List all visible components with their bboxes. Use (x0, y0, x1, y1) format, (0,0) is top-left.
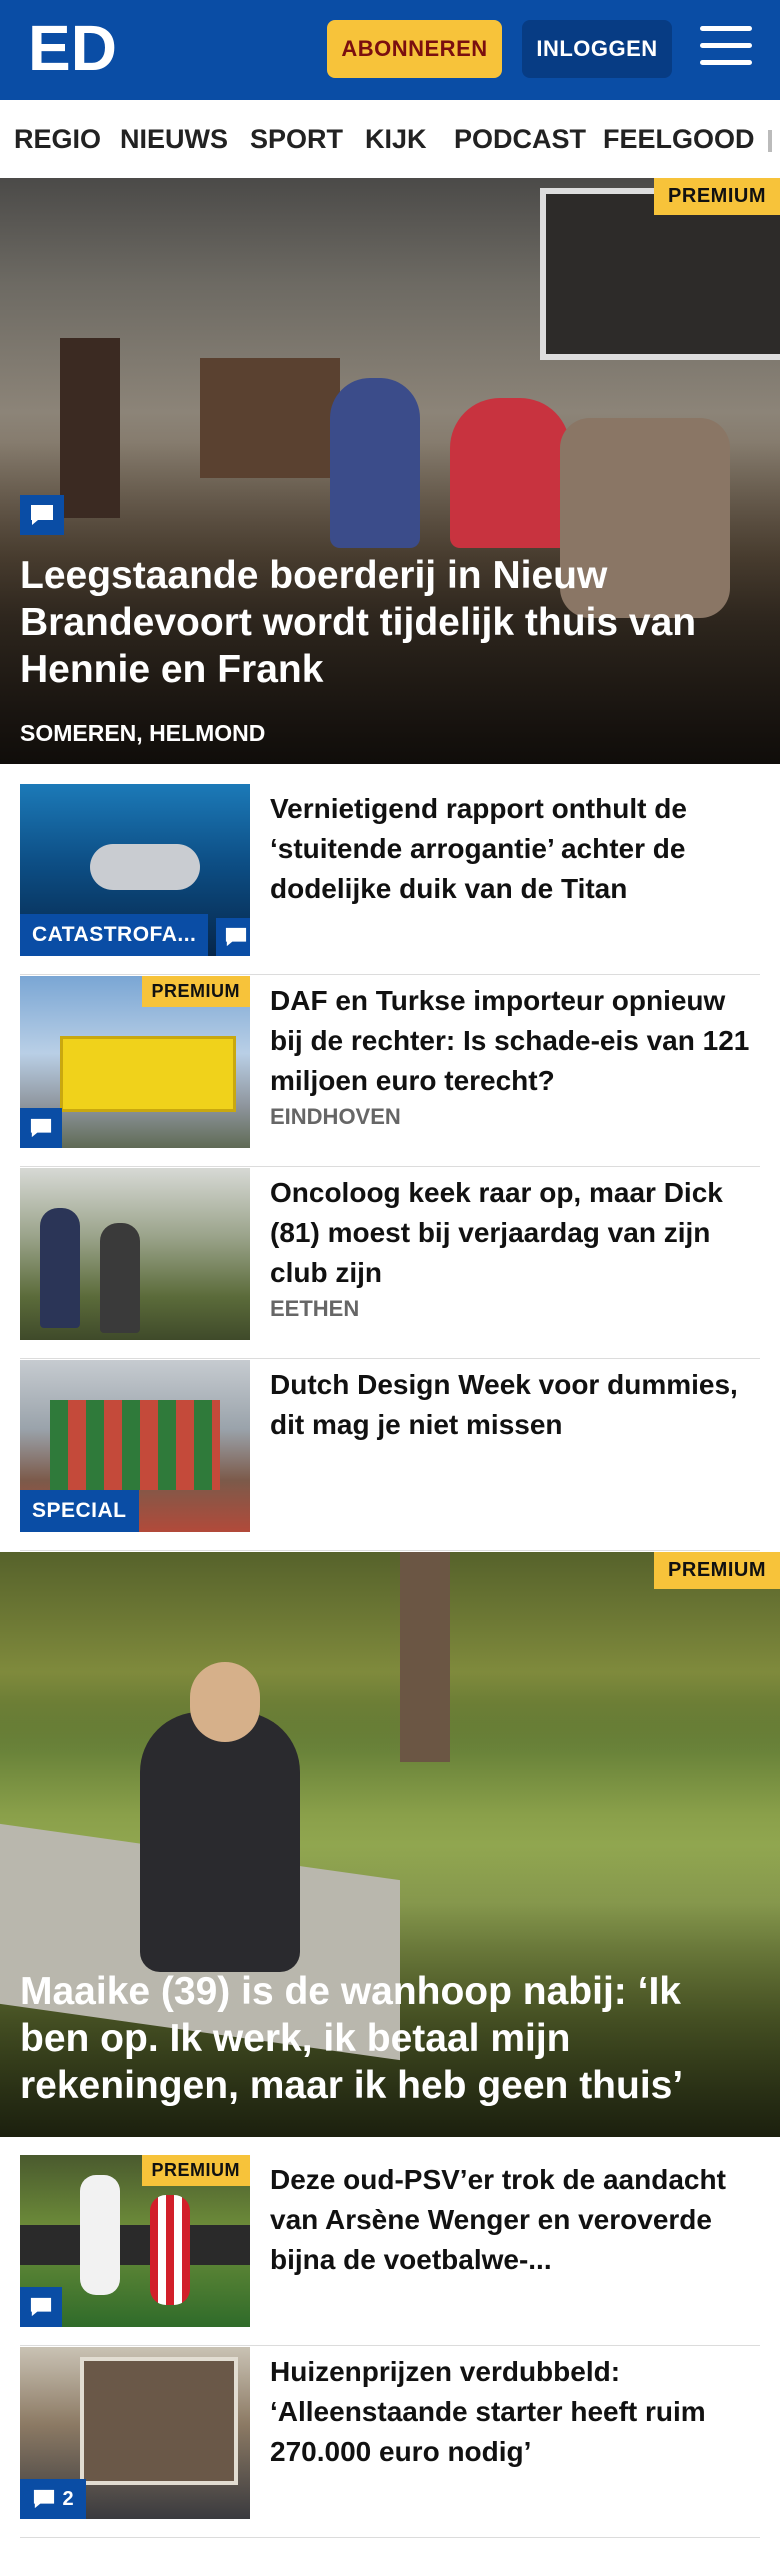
article-location: EETHEN (270, 1296, 360, 1321)
hero-photo-head (190, 1662, 260, 1742)
comment-icon (34, 2489, 55, 2509)
hero-article-1[interactable]: PREMIUM Leegstaande boerderij in Nieuw B… (0, 178, 780, 764)
hero-photo-person (140, 1712, 300, 1972)
svg-text:ED: ED (28, 14, 117, 82)
comment-count-badge: 2 (20, 2479, 86, 2519)
article-row[interactable]: SPECIAL Dutch Design Week voor dummies, … (20, 1360, 760, 1551)
comment-icon (20, 495, 64, 535)
thumbnail-advertising-board (20, 2225, 250, 2265)
hero-photo-door (60, 338, 120, 518)
premium-badge: PREMIUM (141, 2155, 250, 2186)
category-badge: CATASTROFA... (20, 914, 209, 956)
nav-overflow-divider (768, 130, 772, 152)
subscribe-button[interactable]: ABONNEREN (327, 20, 502, 78)
thumbnail-player-shape (150, 2195, 190, 2305)
article-row[interactable]: PREMIUM Deze oud-PSV’er trok de aandacht… (20, 2155, 760, 2346)
nav-item-kijk[interactable]: KIJK (365, 124, 427, 155)
article-thumbnail: 2 (20, 2347, 250, 2519)
thumbnail-submersible-shape (90, 844, 200, 890)
article-thumbnail: PREMIUM (20, 2155, 250, 2327)
thumbnail-person-shape (100, 1223, 140, 1333)
nav-item-feelgood[interactable]: FEELGOOD (603, 124, 755, 155)
hero-title: Leegstaande boerderij in Nieuw Brandevoo… (20, 554, 697, 691)
article-title: Deze oud-PSV’er trok de aandacht van Ars… (270, 2164, 726, 2275)
article-title: Oncoloog keek raar op, maar Dick (81) mo… (270, 1177, 723, 1288)
thumbnail-truck-shape (60, 1036, 236, 1112)
top-header: ED ABONNEREN INLOGGEN (0, 0, 780, 100)
thumbnail-installation-shape (50, 1400, 220, 1490)
thumbnail-house-shape (80, 2357, 238, 2485)
nav-item-nieuws[interactable]: NIEUWS (120, 124, 228, 155)
hero-title: Maaike (39) is de wanhoop nabij: ‘Ik ben… (20, 1970, 684, 2107)
premium-badge: PREMIUM (654, 1552, 780, 1589)
article-row[interactable]: 2 Huizenprijzen verdubbeld: ‘Alleenstaan… (20, 2347, 760, 2538)
nav-item-sport[interactable]: SPORT (250, 124, 343, 155)
hero-photo-person-woman (450, 398, 570, 548)
article-title: Huizenprijzen verdubbeld: ‘Alleenstaande… (270, 2356, 706, 2467)
article-row[interactable]: PREMIUM DAF en Turkse importeur opnieuw … (20, 976, 760, 1167)
article-thumbnail: CATASTROFA... (20, 784, 250, 956)
hero-photo-cabinet (200, 358, 340, 478)
hero-photo-person-man (330, 378, 420, 548)
login-button[interactable]: INLOGGEN (522, 20, 672, 78)
article-row[interactable]: Oncoloog keek raar op, maar Dick (81) mo… (20, 1168, 760, 1359)
ed-logo[interactable]: ED (28, 12, 118, 84)
premium-badge: PREMIUM (141, 976, 250, 1007)
article-thumbnail (20, 1168, 250, 1340)
thumbnail-person-shape (40, 1208, 80, 1328)
section-nav: REGIO NIEUWS SPORT KIJK PODCAST FEELGOOD (0, 100, 780, 179)
article-thumbnail: SPECIAL (20, 1360, 250, 1532)
article-title: DAF en Turkse importeur opnieuw bij de r… (270, 985, 750, 1096)
comment-icon (216, 918, 250, 956)
comment-icon (20, 2287, 62, 2327)
nav-item-podcast[interactable]: PODCAST (454, 124, 586, 155)
comment-icon (20, 1108, 62, 1148)
comment-count: 2 (62, 2487, 74, 2510)
hamburger-menu-icon[interactable] (700, 26, 752, 70)
article-title: Dutch Design Week voor dummies, dit mag … (270, 1369, 738, 1440)
hero-location: SOMEREN, HELMOND (20, 720, 266, 746)
article-location: EINDHOVEN (270, 1104, 401, 1129)
premium-badge: PREMIUM (654, 178, 780, 215)
article-title: Vernietigend rapport onthult de ‘stuiten… (270, 793, 687, 904)
thumbnail-player-shape (80, 2175, 120, 2295)
article-thumbnail: PREMIUM (20, 976, 250, 1148)
hero-article-2[interactable]: PREMIUM Maaike (39) is de wanhoop nabij:… (0, 1552, 780, 2137)
hero-photo-tree-trunk (400, 1552, 450, 1762)
article-row[interactable]: CATASTROFA... Vernietigend rapport onthu… (20, 784, 760, 975)
nav-item-regio[interactable]: REGIO (14, 124, 101, 155)
category-badge: SPECIAL (20, 1490, 139, 1532)
